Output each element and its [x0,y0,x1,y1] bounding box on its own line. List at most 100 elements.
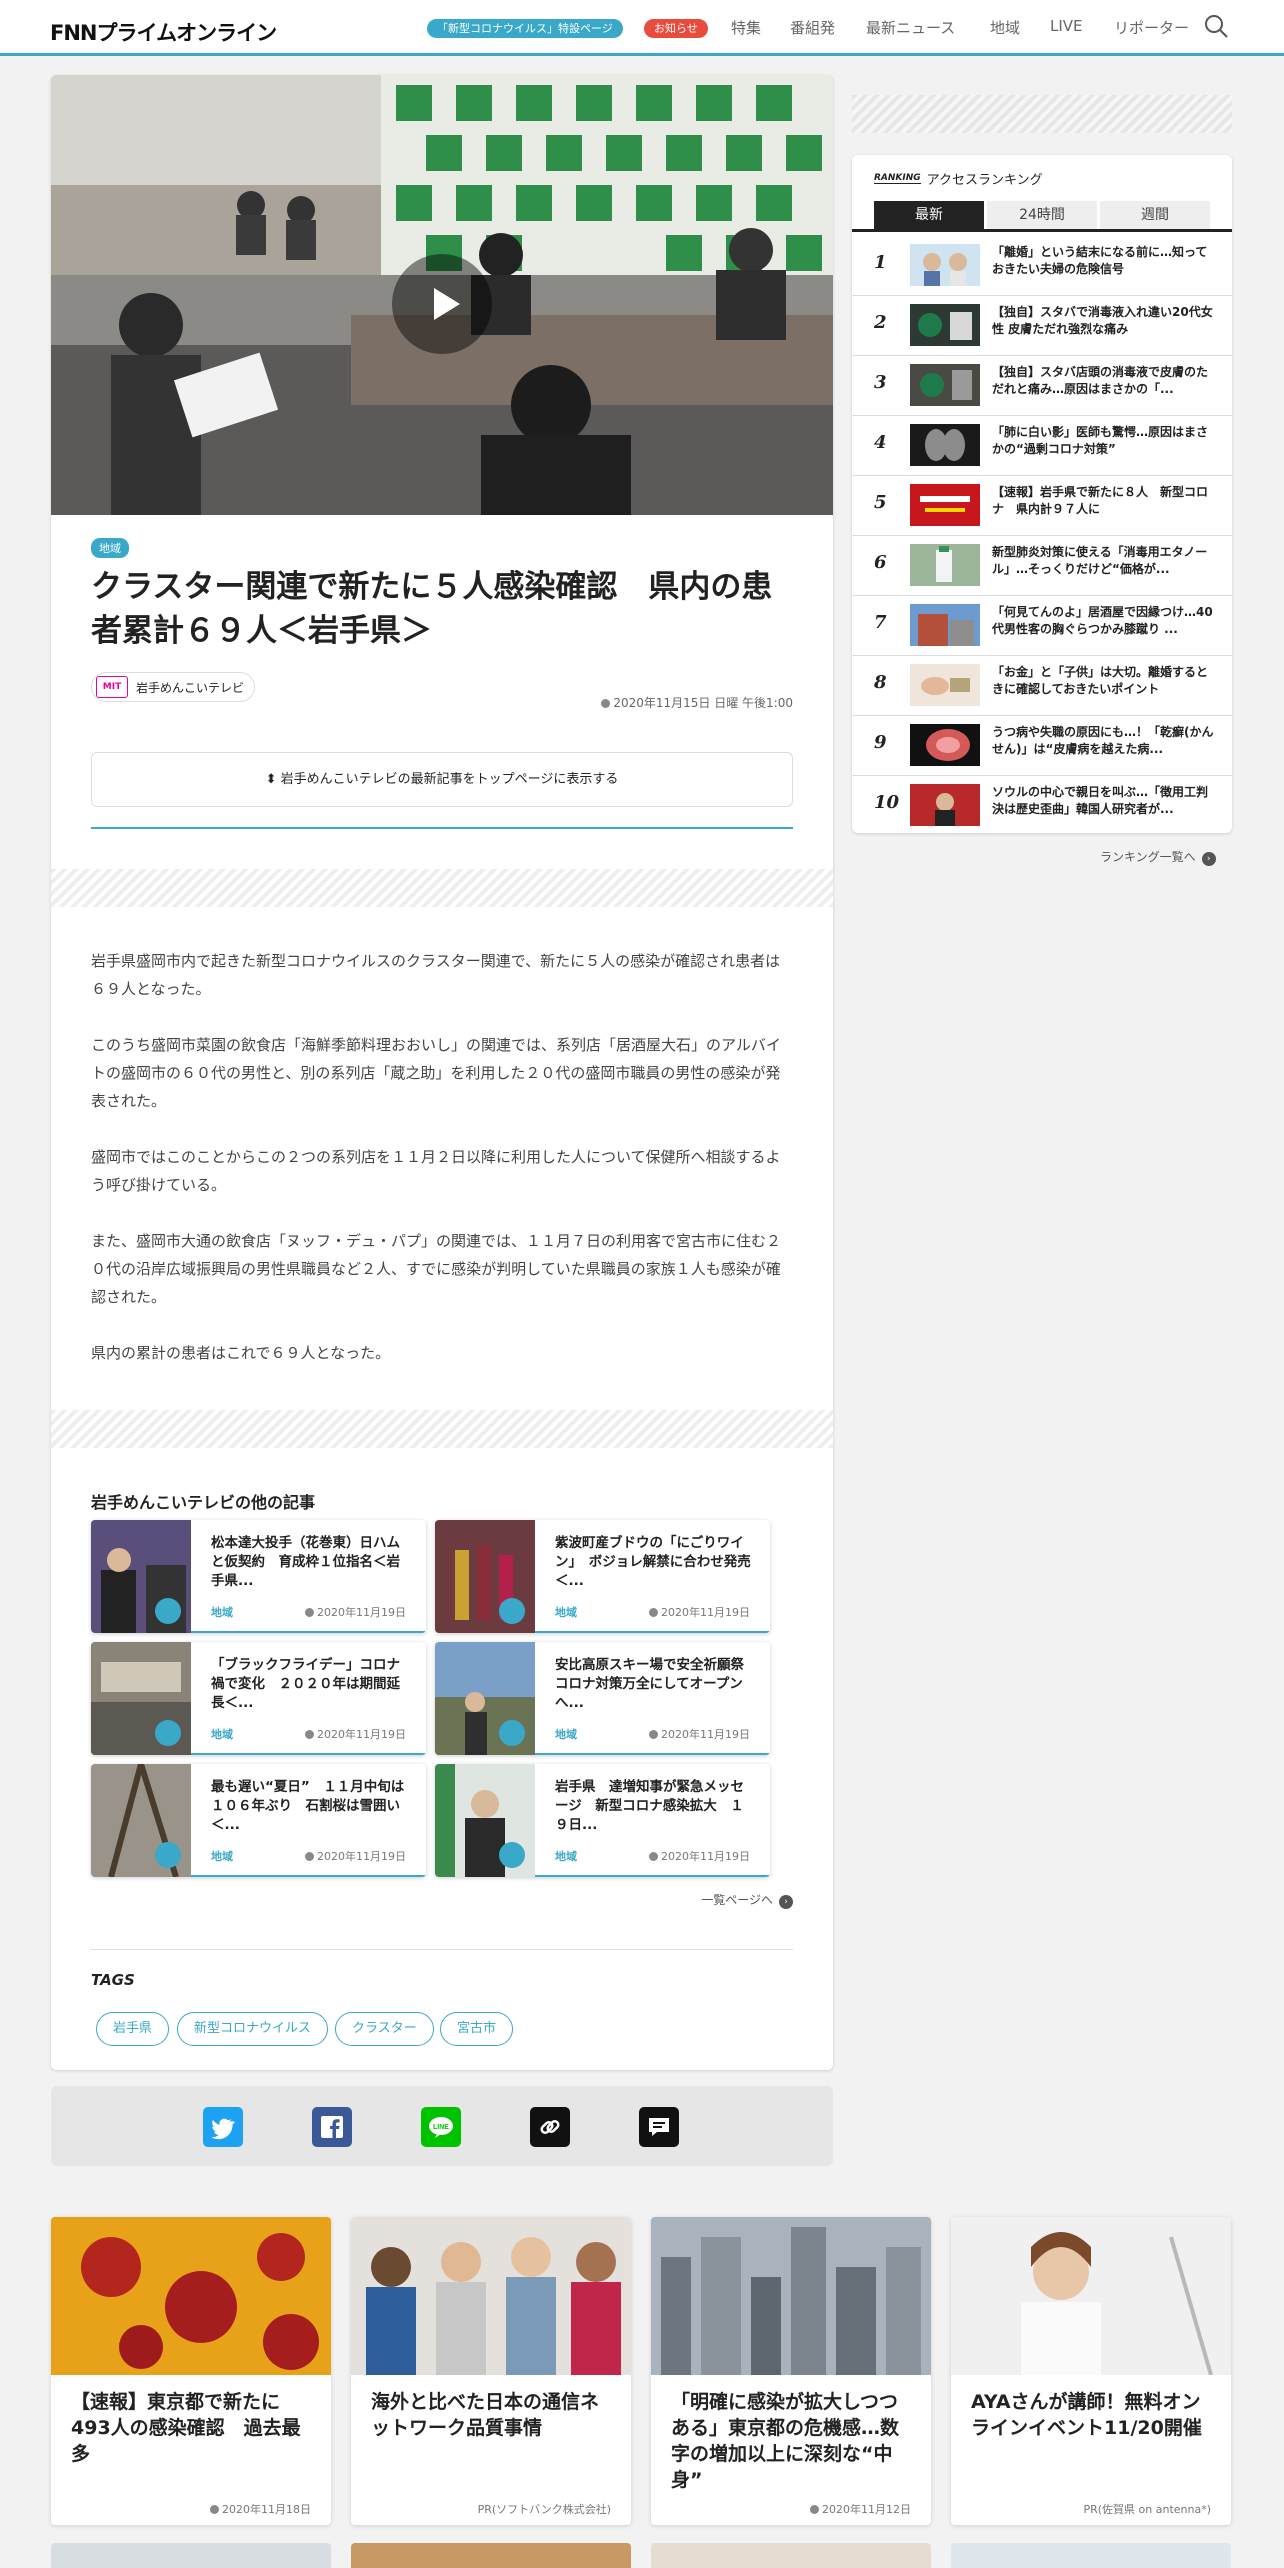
clock-icon [649,1608,658,1617]
ranking-title: アクセスランキング [926,173,1043,188]
rank-number: 8 [874,672,887,693]
recommend-card[interactable]: 【速報】東京都で新たに493人の感染確認 過去最多 2020年11月18日 [51,2217,331,2525]
card-title: 紫波町産ブドウの「にごりワイン」 ボジョレ解禁に合わせ発売＜... [555,1535,751,1589]
article-card[interactable]: 「ブラックフライデー」コロナ禍で変化 ２０２０年は期間延長＜... 地域 202… [91,1642,426,1755]
recommend-card[interactable]: 「明確に感染が拡大しつつある」東京都の危機感…数字の増加以上に深刻な“中身” 2… [651,2217,931,2525]
recommend-card[interactable]: 海外と比べた日本の通信ネットワーク品質事情 PR(ソフトバンク株式会社) [351,2217,631,2525]
pin-icon: ⬍ [265,772,281,787]
ranking-item[interactable]: 10 ソウルの中心で親日を叫ぶ…「徴用工判決は歴史歪曲」韓国人研究者が... [852,776,1232,836]
rank-thumbnail [910,424,980,466]
ranking-item[interactable]: 2 【独自】スタバで消毒液入れ違い20代女性 皮膚ただれ強烈な痛み [852,296,1232,356]
rank-thumbnail [910,364,980,406]
comment-icon [649,2118,669,2136]
clock-icon [810,2505,819,2514]
ranking-item[interactable]: 9 うつ病や失職の原因にも…！「乾癬(かんせん)」は“皮膚病を越えた病... [852,716,1232,776]
category-badge[interactable]: 地域 [91,538,129,558]
ad-stripe [51,1410,833,1448]
facebook-share-button[interactable] [312,2107,352,2147]
card-title: 最も遅い“夏日” １１月中旬は１０６年ぶり 石割桜は雪囲い＜... [211,1779,405,1833]
access-ranking: RANKING アクセスランキング 最新 24時間 週間 1 「離婚」という結末… [852,155,1232,833]
ranking-label: RANKING [874,173,921,184]
clock-icon [305,1608,314,1617]
rank-number: 6 [874,552,887,573]
rank-thumbnail [910,604,980,646]
nav-region[interactable]: 地域 [990,17,1020,38]
recommend-title: 「明確に感染が拡大しつつある」東京都の危機感…数字の増加以上に深刻な“中身” [671,2391,900,2491]
card-category: 地域 [555,1850,577,1863]
comment-button[interactable] [639,2107,679,2147]
card-category: 地域 [211,1850,233,1863]
search-icon[interactable] [1203,13,1229,39]
video-player[interactable] [51,75,833,515]
source-chip[interactable]: MIT 岩手めんこいテレビ [91,672,256,702]
next-card-preview [351,2543,631,2568]
nav-live[interactable]: LIVE [1050,17,1083,35]
nav-reporter[interactable]: リポーター [1114,17,1189,38]
nav-programs[interactable]: 番組発 [790,17,835,38]
article-card[interactable]: 岩手県 達増知事が緊急メッセージ 新型コロナ感染拡大 １９日... 地域 202… [435,1764,770,1877]
rank-number: 2 [874,312,887,333]
more-list-link[interactable]: 一覧ページへ › [701,1891,793,1909]
tab-weekly[interactable]: 週間 [1100,201,1210,229]
recommend-date-text: 2020年11月18日 [222,2503,311,2516]
more-list-label: 一覧ページへ [701,1893,773,1907]
card-underline [191,1631,426,1633]
ranking-item[interactable]: 6 新型肺炎対策に使える「消毒用エタノール」…そっくりだけど“価格が... [852,536,1232,596]
nav-feature[interactable]: 特集 [731,17,761,38]
ranking-item[interactable]: 5 【速報】岩手県で新たに８人 新型コロナ 県内計９７人に [852,476,1232,536]
rank-number: 4 [874,432,887,453]
ranking-item[interactable]: 8 「お金」と「子供」は大切。離婚するときに確認しておきたいポイント [852,656,1232,716]
ranking-item[interactable]: 4 「肺に白い影」医師も驚愕…原因はまさかの“過剰コロナ対策” [852,416,1232,476]
clock-icon [210,2505,219,2514]
video-camera-icon [499,1720,525,1746]
card-title: 岩手県 達増知事が緊急メッセージ 新型コロナ感染拡大 １９日... [555,1779,744,1833]
divider-line [91,827,793,829]
video-camera-icon [155,1720,181,1746]
card-underline [535,1631,770,1633]
ad-stripe [51,869,833,907]
article-card[interactable]: 松本達大投手（花巻東）日ハムと仮契約 育成枠１位指名＜岩手県... 地域 202… [91,1520,426,1633]
ranking-more-link[interactable]: ランキング一覧へ › [1100,848,1216,866]
play-icon [434,288,460,320]
tab-24h[interactable]: 24時間 [987,201,1097,229]
next-card-preview [51,2543,331,2568]
tag-miyako[interactable]: 宮古市 [440,2012,514,2046]
site-logo[interactable]: FNNプライムオンライン [50,17,277,47]
clock-icon [649,1730,658,1739]
recommend-card[interactable]: AYAさんが講師！無料オンラインイベント11/20開催 PR(佐賀県 on an… [951,2217,1231,2525]
article-card[interactable]: 紫波町産ブドウの「にごりワイン」 ボジョレ解禁に合わせ発売＜... 地域 202… [435,1520,770,1633]
card-category: 地域 [211,1606,233,1619]
tag-coronavirus[interactable]: 新型コロナウイルス [177,2012,329,2046]
publish-date: 2020年11月15日 日曜 午後1:00 [601,694,793,711]
tag-cluster[interactable]: クラスター [335,2012,434,2046]
ranking-item[interactable]: 7 「何見てんのよ」居酒屋で因縁つけ…40代男性客の胸ぐらつかみ膝蹴り ... [852,596,1232,656]
chevron-right-icon: › [779,1895,793,1909]
people-phones-image [351,2217,631,2375]
twitter-share-button[interactable] [203,2107,243,2147]
line-icon: LINE [429,2117,453,2138]
clock-icon [305,1730,314,1739]
facebook-icon [321,2116,343,2138]
pin-to-top-button[interactable]: ⬍ 岩手めんこいテレビの最新記事をトップページに表示する [91,752,793,807]
recommend-sponsor: PR(ソフトバンク株式会社) [477,2503,611,2516]
nav-latest-news[interactable]: 最新ニュース [866,17,955,38]
ranking-item[interactable]: 1 「離婚」という結末になる前に…知っておきたい夫婦の危険信号 [852,236,1232,296]
source-name: 岩手めんこいテレビ [136,680,245,695]
card-title: 安比高原スキー場で安全祈願祭 コロナ対策万全にしてオープンへ... [555,1657,758,1711]
rank-title: 「何見てんのよ」居酒屋で因縁つけ…40代男性客の胸ぐらつかみ膝蹴り ... [992,605,1213,636]
copy-link-button[interactable] [530,2107,570,2147]
line-share-button[interactable]: LINE [421,2107,461,2147]
ranking-item[interactable]: 3 【独自】スタバ店頭の消毒液で皮膚のただれと痛み…原因はまさかの「... [852,356,1232,416]
article-card[interactable]: 安比高原スキー場で安全祈願祭 コロナ対策万全にしてオープンへ... 地域 202… [435,1642,770,1755]
tab-latest[interactable]: 最新 [874,201,984,229]
play-button[interactable] [392,254,492,354]
body-paragraph: 岩手県盛岡市内で起きた新型コロナウイルスのクラスター関連で、新たに５人の感染が確… [91,952,781,998]
corona-special-link[interactable]: 「新型コロナウイルス」特設ページ [427,19,623,38]
card-date: 2020年11月19日 [305,1726,406,1742]
body-paragraph: 県内の累計の患者はこれで６９人となった。 [91,1344,391,1362]
tag-iwate[interactable]: 岩手県 [96,2012,170,2046]
notice-link[interactable]: お知らせ [644,19,708,38]
article-card[interactable]: 最も遅い“夏日” １１月中旬は１０６年ぶり 石割桜は雪囲い＜... 地域 202… [91,1764,426,1877]
card-date: 2020年11月19日 [305,1604,406,1620]
site-header: FNNプライムオンライン 「新型コロナウイルス」特設ページ お知らせ 特集 番組… [0,0,1284,56]
